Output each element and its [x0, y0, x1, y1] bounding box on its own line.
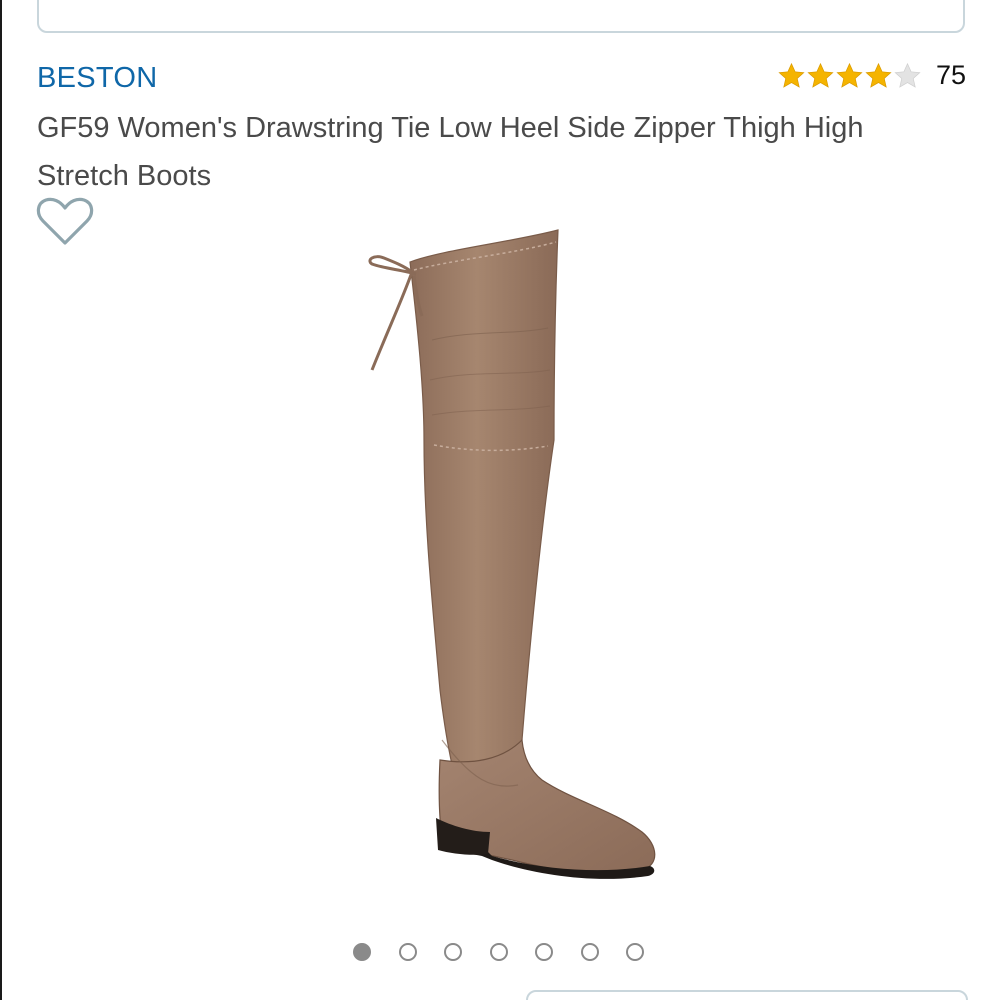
star-filled-icon: [778, 62, 805, 88]
carousel-dot-7[interactable]: [626, 943, 644, 961]
star-rating[interactable]: 75: [777, 60, 966, 91]
bottom-action-box[interactable]: [526, 990, 968, 1000]
carousel-dot-6[interactable]: [580, 943, 599, 961]
carousel-dot-4[interactable]: [489, 943, 508, 961]
review-count: 75: [935, 60, 966, 90]
carousel-dot-2[interactable]: [398, 943, 417, 961]
brand-link[interactable]: BESTON: [37, 62, 158, 95]
star-filled-icon: [807, 62, 834, 88]
search-box[interactable]: [37, 0, 965, 33]
star-filled-icon: [836, 62, 863, 88]
carousel-dot-5[interactable]: [535, 943, 553, 961]
heart-outline-icon[interactable]: [36, 197, 94, 247]
star-filled-icon: [865, 62, 892, 88]
carousel-dot-1[interactable]: [353, 943, 371, 961]
rating-stars: [777, 62, 922, 90]
product-page: BESTON 75 GF59 Women's Drawstring Tie Lo…: [0, 0, 1000, 1000]
product-title: GF59 Women's Drawstring Tie Low Heel Sid…: [37, 112, 864, 192]
star-empty-icon: [894, 62, 921, 88]
boot-shaft: [409, 229, 559, 801]
drawstring: [368, 255, 417, 276]
carousel-dot-3[interactable]: [444, 943, 462, 961]
product-image[interactable]: [342, 220, 682, 900]
image-carousel-indicators: [353, 943, 672, 961]
